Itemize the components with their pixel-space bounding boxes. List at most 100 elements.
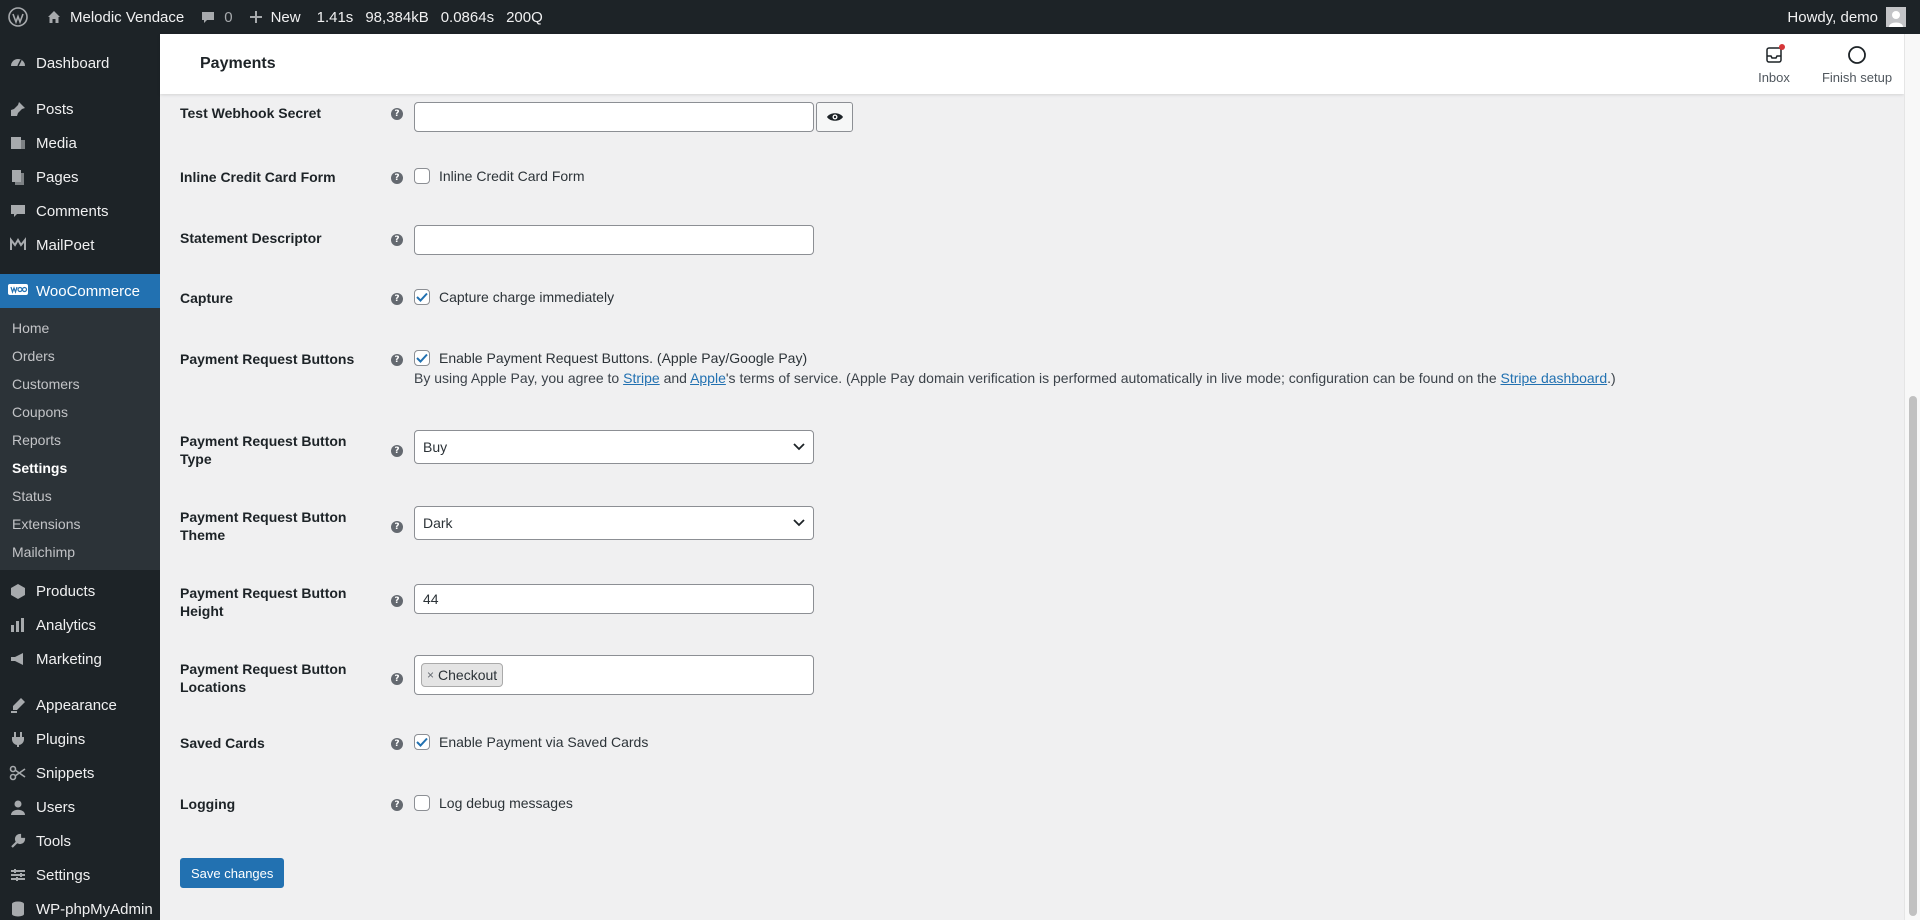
logging-checkbox[interactable] [414,795,430,811]
menu-label: Plugins [36,730,86,748]
stripe-dashboard-link[interactable]: Stripe dashboard [1501,370,1608,386]
menu-marketing[interactable]: Marketing [0,642,160,676]
finish-setup-button[interactable]: Finish setup [1816,34,1898,94]
inbox-button[interactable]: Inbox [1744,34,1804,94]
new-content-link[interactable]: New [241,0,309,34]
help-tip-icon[interactable]: ? [391,234,403,246]
menu-settings[interactable]: Settings [0,858,160,892]
field-label: Payment Request Button Locations [180,661,347,695]
menu-tools[interactable]: Tools [0,824,160,858]
stat-memory: 98,384kB [365,8,429,26]
saved-cards-checkbox-row[interactable]: Enable Payment via Saved Cards [414,734,648,750]
query-monitor-stats[interactable]: 1.41s 98,384kB 0.0864s 200Q [309,0,551,34]
help-tip-icon[interactable]: ? [391,799,403,811]
page-scrollbar[interactable] [1904,34,1920,920]
menu-label: Comments [36,202,109,220]
my-account-link[interactable]: Howdy, demo [1779,0,1920,34]
help-tip-icon[interactable]: ? [391,293,403,305]
menu-dashboard[interactable]: Dashboard [0,46,160,80]
submenu-reports[interactable]: Reports [0,426,160,454]
submenu-home[interactable]: Home [0,314,160,342]
help-tip-icon[interactable]: ? [391,738,403,750]
progress-circle-icon [1846,44,1868,66]
prb-checkbox[interactable] [414,350,430,366]
statement-field-wrap [414,225,814,255]
field-label: Payment Request Button Theme [180,509,347,543]
inline-cc-checkbox[interactable] [414,168,430,184]
desc-text: By using Apple Pay, you agree to [414,370,624,386]
chip-remove-button[interactable]: × [427,668,434,682]
capture-checkbox-row[interactable]: Capture charge immediately [414,289,614,305]
menu-appearance[interactable]: Appearance [0,688,160,722]
help-tip-icon[interactable]: ? [391,108,403,120]
menu-analytics[interactable]: Analytics [0,608,160,642]
menu-label: MailPoet [36,236,95,254]
users-icon [8,797,28,817]
menu-wp-phpmyadmin[interactable]: WP-phpMyAdmin [0,892,160,920]
help-tip-icon[interactable]: ? [391,172,403,184]
submenu-coupons[interactable]: Coupons [0,398,160,426]
page-title: Payments [200,55,276,72]
field-label: Saved Cards [180,735,265,751]
menu-label: Tools [36,832,72,850]
avatar [1886,7,1906,27]
submenu-extensions[interactable]: Extensions [0,510,160,538]
submenu-status[interactable]: Status [0,482,160,510]
checkbox-label: Capture charge immediately [439,289,615,305]
saved-cards-checkbox[interactable] [414,734,430,750]
prb-type-select[interactable]: Buy [414,430,814,464]
site-name-link[interactable]: Melodic Vendace [38,0,192,34]
apple-link[interactable]: Apple [690,370,726,386]
capture-checkbox[interactable] [414,289,430,305]
prb-height-input[interactable]: 44 [414,584,814,614]
menu-snippets[interactable]: Snippets [0,756,160,790]
prb-locations-multiselect[interactable]: × Checkout [414,655,814,695]
prb-checkbox-row[interactable]: Enable Payment Request Buttons. (Apple P… [414,350,1616,366]
home-icon [46,9,62,25]
submenu-orders[interactable]: Orders [0,342,160,370]
menu-plugins[interactable]: Plugins [0,722,160,756]
checkmark-icon [416,737,428,747]
help-tip-icon[interactable]: ? [391,595,403,607]
menu-pages[interactable]: Pages [0,160,160,194]
checkbox-label: Log debug messages [439,795,573,811]
menu-posts[interactable]: Posts [0,92,160,126]
desc-text: and [659,370,691,386]
save-changes-button[interactable]: Save changes [180,858,285,888]
help-tip-icon[interactable]: ? [391,521,403,533]
checkmark-icon [416,292,428,302]
inbox-label: Inbox [1758,69,1790,85]
scrollbar-thumb[interactable] [1909,396,1917,916]
menu-woocommerce[interactable]: WooCommerce [0,274,160,308]
prb-theme-select[interactable]: Dark [414,506,814,540]
menu-media[interactable]: Media [0,126,160,160]
prb-type-field-wrap: Buy [414,430,814,464]
finish-setup-label: Finish setup [1821,69,1893,85]
field-label: Logging [180,796,236,812]
stripe-link[interactable]: Stripe [623,370,660,386]
test-webhook-secret-input[interactable] [414,102,814,132]
comments-link[interactable]: 0 [192,0,240,34]
logging-checkbox-row[interactable]: Log debug messages [414,795,573,811]
submenu-customers[interactable]: Customers [0,370,160,398]
help-tip-icon[interactable]: ? [391,354,403,366]
help-tip-icon[interactable]: ? [391,673,403,685]
submenu-mailchimp[interactable]: Mailchimp [0,538,160,566]
menu-users[interactable]: Users [0,790,160,824]
menu-mailpoet[interactable]: MailPoet [0,228,160,262]
wp-logo-button[interactable] [0,0,38,34]
statement-descriptor-input[interactable] [414,225,814,255]
field-label: Payment Request Button Type [180,433,347,467]
select-value: Dark [423,515,453,531]
plus-icon [249,10,263,24]
chevron-down-icon [793,519,805,527]
analytics-icon [8,615,28,635]
inline-cc-checkbox-row[interactable]: Inline Credit Card Form [414,168,585,184]
pages-icon [8,167,28,187]
menu-comments[interactable]: Comments [0,194,160,228]
reveal-secret-button[interactable] [816,102,853,132]
help-tip-icon[interactable]: ? [391,445,403,457]
menu-products[interactable]: Products [0,574,160,608]
submenu-settings[interactable]: Settings [0,454,160,482]
menu-label: Analytics [36,616,97,634]
